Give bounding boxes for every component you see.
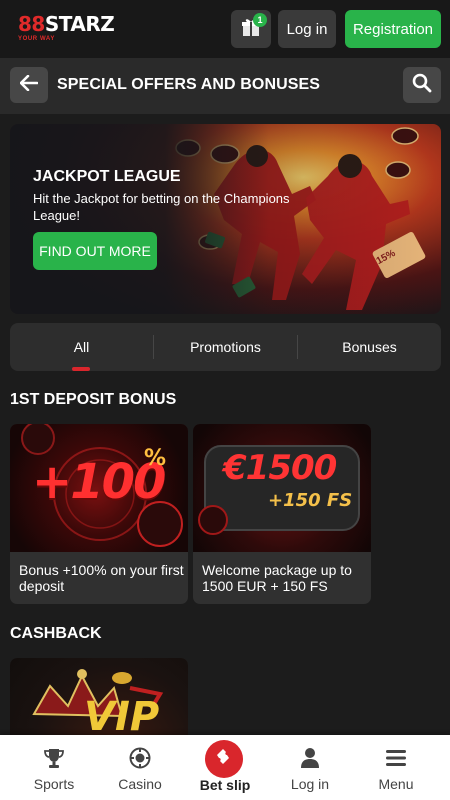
logo-tagline: YOUR WAY xyxy=(18,36,55,42)
casino-chip-icon xyxy=(129,746,151,770)
card-image: €1500 +150 FS xyxy=(193,424,371,552)
brand-logo[interactable]: 88STARZ YOUR WAY xyxy=(18,12,115,44)
banner-subtitle: Hit the Jackpot for betting on the Champ… xyxy=(33,191,290,223)
offer-card-bonus-100[interactable]: +100 % Bonus +100% on your first deposit xyxy=(10,424,188,604)
section-title-first-deposit: 1ST DEPOSIT BONUS xyxy=(10,391,177,408)
banner-title: JACKPOT LEAGUE xyxy=(33,168,181,185)
filter-tabs: All Promotions Bonuses xyxy=(10,323,441,371)
card-art-percent: % xyxy=(144,446,167,471)
menu-icon xyxy=(385,746,407,770)
bet-slip-label: Bet slip xyxy=(199,777,251,793)
trophy-icon xyxy=(43,746,65,770)
search-button[interactable] xyxy=(403,67,441,103)
active-tab-indicator xyxy=(72,367,90,371)
tab-bonuses[interactable]: Bonuses xyxy=(298,323,441,371)
card-title: Welcome package up to 1500 EUR + 150 FS xyxy=(202,562,352,594)
logo-wordmark: STARZ xyxy=(44,12,115,36)
login-button[interactable]: Log in xyxy=(278,10,336,48)
card-art-text: VIP xyxy=(84,694,160,740)
ticket-icon xyxy=(214,747,234,772)
page-header: SPECIAL OFFERS AND BONUSES xyxy=(0,58,450,114)
back-button[interactable] xyxy=(10,67,48,103)
card-art-text: €1500 xyxy=(223,448,337,488)
section-title-cashback: CASHBACK xyxy=(10,625,102,642)
nav-label: Sports xyxy=(33,776,75,792)
tab-promotions[interactable]: Promotions xyxy=(154,323,297,371)
arrow-left-icon xyxy=(19,74,39,96)
gift-count-badge: 1 xyxy=(253,13,267,27)
gift-button[interactable]: 1 xyxy=(231,10,271,48)
top-bar: 88STARZ YOUR WAY 1 Log in Registration xyxy=(0,0,450,58)
tab-all[interactable]: All xyxy=(10,323,153,371)
nav-menu[interactable]: Menu xyxy=(356,735,436,800)
user-icon xyxy=(299,746,321,770)
card-title: Bonus +100% on your first deposit xyxy=(19,562,184,594)
card-art-shape xyxy=(198,445,360,535)
find-out-more-button[interactable]: FIND OUT MORE xyxy=(33,232,157,270)
registration-button[interactable]: Registration xyxy=(345,10,441,48)
nav-login[interactable]: Log in xyxy=(270,735,350,800)
search-icon xyxy=(412,73,432,98)
nav-bet-slip[interactable] xyxy=(205,740,243,778)
logo-digit: 8 xyxy=(18,12,32,36)
nav-sports[interactable]: Sports xyxy=(14,735,94,800)
nav-casino[interactable]: Casino xyxy=(100,735,180,800)
nav-label: Menu xyxy=(378,776,414,792)
logo-digit: 8 xyxy=(31,12,45,36)
nav-label: Casino xyxy=(118,776,162,792)
promo-banner[interactable]: 15% JACKPOT LEAGUE Hit the Jackpot for b… xyxy=(10,124,441,314)
page-title: SPECIAL OFFERS AND BONUSES xyxy=(57,76,321,93)
card-image: +100 % xyxy=(10,424,188,552)
offer-card-welcome-package[interactable]: €1500 +150 FS Welcome package up to 1500… xyxy=(193,424,371,604)
nav-label: Log in xyxy=(290,776,330,792)
card-art-subtext: +150 FS xyxy=(268,490,353,511)
